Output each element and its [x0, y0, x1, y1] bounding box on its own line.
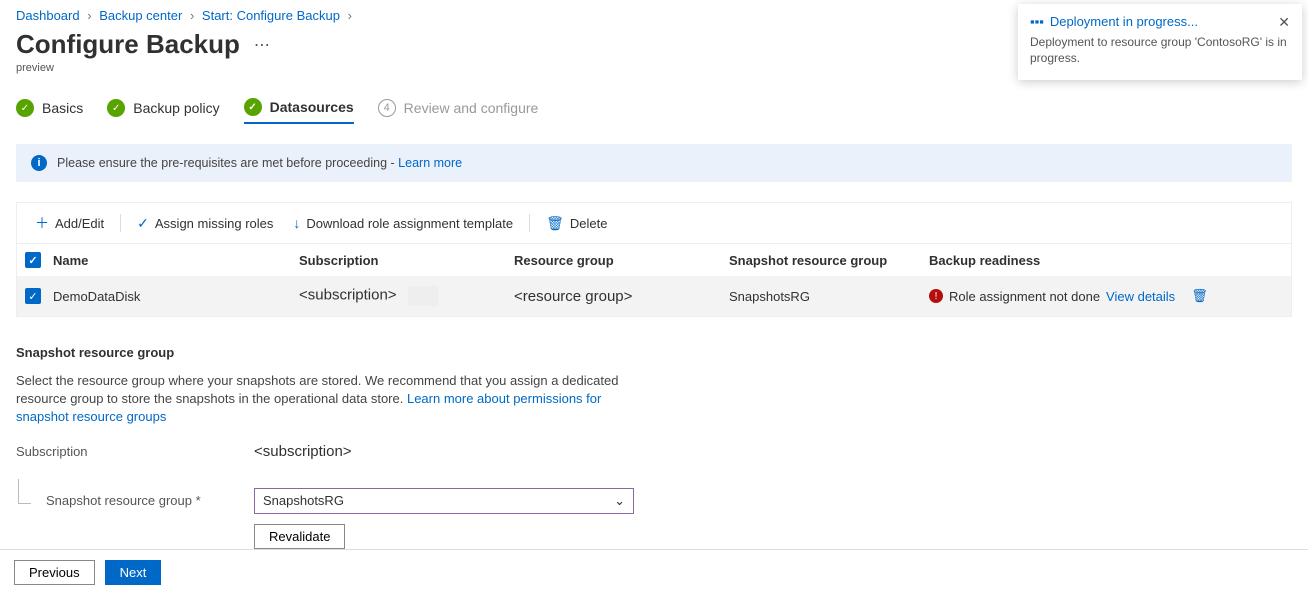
section-description: Select the resource group where your sna…: [16, 372, 626, 427]
cell-name: DemoDataDisk: [53, 289, 299, 304]
snapshot-rg-label: Snapshot resource group *: [16, 493, 254, 508]
chevron-right-icon: ›: [348, 8, 352, 23]
subscription-value: <subscription>: [254, 443, 352, 460]
cell-snapshot-rg: SnapshotsRG: [729, 289, 929, 304]
chevron-right-icon: ›: [190, 8, 194, 23]
toast-title-link[interactable]: Deployment in progress...: [1050, 14, 1198, 29]
table-row[interactable]: ✓ DemoDataDisk <subscription> <resource …: [17, 276, 1291, 316]
check-icon: ✓: [16, 99, 34, 117]
datasources-toolbar: ＋ Add/Edit ✓ Assign missing roles ↓ Down…: [16, 202, 1292, 243]
snapshot-rg-select[interactable]: SnapshotsRG ⌄: [254, 488, 634, 514]
chevron-down-icon: ⌄: [614, 493, 625, 509]
wizard-steps: ✓ Basics ✓ Backup policy ✓ Datasources 4…: [16, 98, 1292, 124]
check-icon: ✓: [107, 99, 125, 117]
info-icon: i: [31, 155, 47, 171]
info-text: Please ensure the pre-requisites are met…: [57, 156, 398, 170]
download-icon: ↓: [293, 215, 300, 231]
step-review: 4 Review and configure: [378, 99, 539, 123]
column-readiness: Backup readiness: [929, 253, 1283, 268]
select-all-checkbox[interactable]: ✓: [25, 252, 41, 268]
check-icon: ✓: [137, 215, 149, 232]
step-number-icon: 4: [378, 99, 396, 117]
row-checkbox[interactable]: ✓: [25, 288, 41, 304]
placeholder-box: [408, 286, 438, 306]
error-icon: !: [929, 289, 943, 303]
breadcrumb-start-configure[interactable]: Start: Configure Backup: [202, 8, 340, 23]
cell-resource-group: <resource group>: [514, 288, 729, 305]
download-template-button[interactable]: ↓ Download role assignment template: [283, 211, 523, 235]
previous-button[interactable]: Previous: [14, 560, 95, 585]
wizard-footer: Previous Next: [0, 549, 1308, 595]
breadcrumb-backup-center[interactable]: Backup center: [99, 8, 182, 23]
trash-icon: 🗑: [546, 215, 564, 232]
section-title: Snapshot resource group: [16, 345, 1292, 360]
toast-body: Deployment to resource group 'ContosoRG'…: [1030, 35, 1290, 66]
plus-icon: ＋: [35, 213, 49, 233]
chevron-right-icon: ›: [87, 8, 91, 23]
view-details-link[interactable]: View details: [1106, 289, 1175, 304]
page-title: Configure Backup: [16, 29, 240, 60]
revalidate-button[interactable]: Revalidate: [254, 524, 345, 549]
next-button[interactable]: Next: [105, 560, 162, 585]
column-snapshot-rg: Snapshot resource group: [729, 253, 929, 268]
step-datasources[interactable]: ✓ Datasources: [244, 98, 354, 124]
cell-readiness: ! Role assignment not done View details …: [929, 288, 1283, 304]
column-name: Name: [53, 253, 299, 268]
notification-toast: ▪▪▪ Deployment in progress... ✕ Deployme…: [1018, 4, 1302, 80]
cell-subscription: <subscription>: [299, 286, 514, 306]
assign-roles-button[interactable]: ✓ Assign missing roles: [127, 211, 283, 236]
progress-icon: ▪▪▪: [1030, 14, 1044, 29]
step-basics[interactable]: ✓ Basics: [16, 99, 83, 123]
add-edit-button[interactable]: ＋ Add/Edit: [25, 209, 114, 237]
close-icon[interactable]: ✕: [1278, 14, 1290, 31]
column-subscription: Subscription: [299, 253, 514, 268]
info-banner: i Please ensure the pre-requisites are m…: [16, 144, 1292, 182]
trash-icon[interactable]: 🗑: [1191, 288, 1208, 304]
subscription-label: Subscription: [16, 444, 254, 459]
delete-button[interactable]: 🗑 Delete: [536, 211, 617, 236]
column-resource-group: Resource group: [514, 253, 729, 268]
check-icon: ✓: [244, 98, 262, 116]
more-icon[interactable]: ⋯: [254, 35, 270, 55]
step-backup-policy[interactable]: ✓ Backup policy: [107, 99, 219, 123]
datasources-grid: ✓ Name Subscription Resource group Snaps…: [16, 243, 1292, 317]
info-learn-more-link[interactable]: Learn more: [398, 156, 462, 170]
breadcrumb-dashboard[interactable]: Dashboard: [16, 8, 80, 23]
